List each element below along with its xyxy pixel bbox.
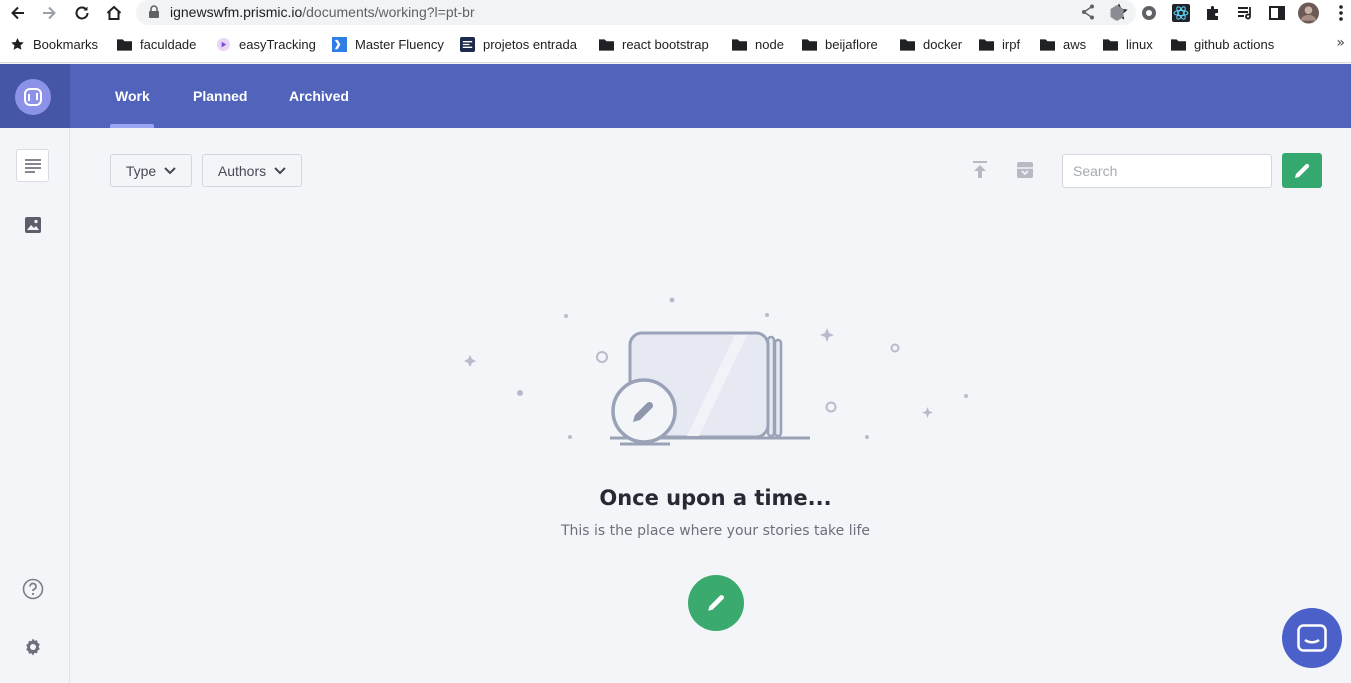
- bookmarks-overflow-button[interactable]: »: [1336, 35, 1345, 51]
- sidebar-item-settings[interactable]: [16, 630, 49, 663]
- folder-icon: [1040, 39, 1055, 51]
- prismic-logo[interactable]: [15, 79, 51, 115]
- upload-arrow-icon: [973, 161, 987, 178]
- logo-column: [0, 64, 70, 128]
- extension-gear-icon[interactable]: [1138, 3, 1159, 23]
- app-header: Work Planned Archived: [0, 64, 1351, 128]
- folder-icon: [117, 39, 132, 51]
- new-document-button[interactable]: [1282, 153, 1322, 188]
- bookmark-folder[interactable]: github actions: [1171, 37, 1274, 52]
- sidebar-item-media[interactable]: [16, 208, 49, 241]
- folder-icon: [900, 39, 915, 51]
- archive-button[interactable]: [1013, 158, 1037, 182]
- bookmark-folder[interactable]: linux: [1103, 37, 1153, 52]
- empty-state-subtitle: This is the place where your stories tak…: [560, 523, 871, 539]
- bookmark-folder[interactable]: faculdade: [117, 37, 196, 52]
- tab-planned[interactable]: Planned: [193, 88, 247, 104]
- profile-avatar[interactable]: [1298, 2, 1319, 24]
- projetos-favicon: [460, 37, 475, 52]
- forward-button[interactable]: [38, 3, 60, 23]
- bookmark-link[interactable]: easyTracking: [216, 37, 316, 52]
- star-icon: [11, 37, 24, 50]
- tab-archived[interactable]: Archived: [289, 88, 349, 104]
- arrow-right-icon: [43, 6, 56, 20]
- lock-icon: [149, 5, 159, 18]
- reload-icon: [75, 6, 89, 20]
- publish-button[interactable]: [968, 158, 992, 182]
- create-document-button[interactable]: [688, 575, 744, 631]
- extension-hexagon-icon[interactable]: [1106, 3, 1127, 23]
- authors-filter-dropdown[interactable]: Authors: [202, 154, 302, 187]
- share-icon[interactable]: [1080, 3, 1096, 21]
- prismic-logo-icon: [24, 88, 42, 106]
- sidebar-item-documents[interactable]: [16, 149, 49, 182]
- bookmark-folder[interactable]: node: [732, 37, 784, 52]
- bookmark-folder[interactable]: irpf: [979, 37, 1020, 52]
- reload-button[interactable]: [71, 3, 93, 23]
- arrow-left-icon: [11, 6, 24, 20]
- folder-icon: [1171, 39, 1186, 51]
- easytracking-favicon: [216, 37, 231, 52]
- home-icon: [106, 5, 122, 20]
- puzzle-extensions-icon[interactable]: [1202, 3, 1223, 23]
- bookmark-link[interactable]: Master Fluency: [332, 37, 444, 52]
- bookmarks-menu[interactable]: Bookmarks: [10, 37, 98, 52]
- folder-icon: [1103, 39, 1118, 51]
- home-button[interactable]: [103, 3, 125, 23]
- back-button[interactable]: [7, 3, 29, 23]
- chevron-down-icon: [274, 166, 286, 174]
- documents-list-icon: [24, 158, 41, 173]
- type-filter-dropdown[interactable]: Type: [110, 154, 192, 187]
- active-tab-indicator: [110, 124, 154, 128]
- reading-list-icon[interactable]: [1234, 3, 1255, 23]
- bookmark-link[interactable]: projetos entrada: [460, 37, 577, 52]
- kebab-menu-icon[interactable]: [1330, 3, 1351, 23]
- folder-icon: [802, 39, 817, 51]
- bookmark-folder[interactable]: docker: [900, 37, 962, 52]
- sidebar: [0, 128, 70, 683]
- empty-state-illustration: [464, 297, 968, 446]
- chevron-down-icon: [164, 166, 176, 174]
- master-fluency-favicon: [332, 37, 347, 52]
- pencil-icon: [708, 595, 724, 611]
- folder-icon: [599, 39, 614, 51]
- bookmark-folder[interactable]: beijaflore: [802, 37, 878, 52]
- browser-toolbar: ignewswfm.prismic.io/documents/working?l…: [0, 0, 1351, 26]
- bookmark-folder[interactable]: aws: [1040, 37, 1086, 52]
- search-input[interactable]: [1062, 154, 1272, 188]
- gear-icon: [25, 638, 40, 655]
- pencil-icon: [1295, 163, 1310, 178]
- chat-bubble-icon: [1297, 624, 1327, 652]
- bookmark-folder[interactable]: react bootstrap: [599, 37, 709, 52]
- folder-icon: [979, 39, 994, 51]
- sidebar-item-help[interactable]: [16, 572, 49, 605]
- image-icon: [24, 216, 41, 233]
- tab-work[interactable]: Work: [115, 88, 150, 104]
- archive-box-icon: [1017, 162, 1033, 178]
- url-text: ignewswfm.prismic.io/documents/working?l…: [170, 4, 475, 20]
- bookmarks-bar: Bookmarks faculdade easyTracking Master …: [0, 26, 1351, 63]
- empty-state-title: Once upon a time...: [599, 486, 832, 510]
- help-icon: [22, 578, 43, 599]
- support-chat-button[interactable]: [1282, 608, 1342, 668]
- folder-icon: [732, 39, 747, 51]
- address-bar[interactable]: ignewswfm.prismic.io/documents/working?l…: [136, 0, 1136, 25]
- react-devtools-icon[interactable]: [1170, 3, 1191, 23]
- side-panel-icon[interactable]: [1266, 3, 1287, 23]
